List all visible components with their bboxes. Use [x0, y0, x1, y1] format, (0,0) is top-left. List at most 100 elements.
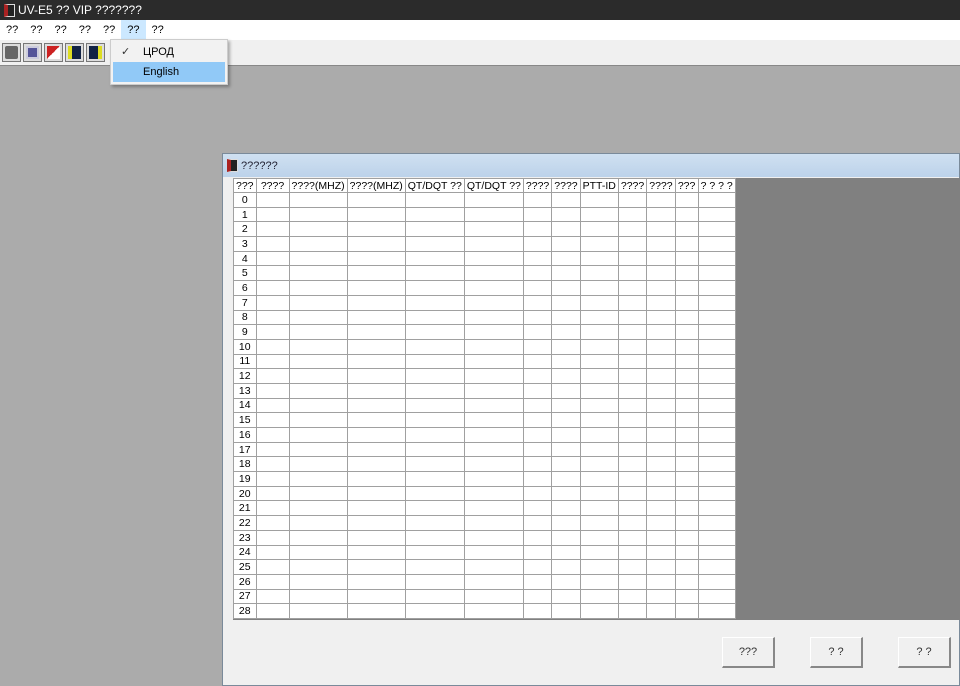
table-cell[interactable] — [463, 382, 524, 399]
table-cell[interactable] — [697, 412, 736, 428]
table-cell[interactable] — [551, 515, 581, 531]
table-cell[interactable] — [697, 250, 736, 267]
table-cell[interactable] — [646, 265, 676, 282]
table-cell[interactable] — [404, 544, 465, 561]
table-cell[interactable] — [522, 250, 553, 267]
menu-item-5[interactable]: ?? — [97, 20, 121, 40]
table-cell[interactable] — [346, 412, 406, 428]
table-cell[interactable] — [646, 192, 676, 208]
table-cell[interactable] — [697, 603, 736, 619]
table-cell[interactable] — [346, 603, 406, 619]
table-cell[interactable] — [697, 588, 736, 605]
column-header[interactable]: QT/DQT ?? — [463, 178, 524, 193]
table-cell[interactable] — [522, 529, 553, 546]
table-cell[interactable] — [255, 206, 290, 223]
table-cell[interactable] — [288, 280, 348, 296]
row-number[interactable]: 13 — [233, 382, 257, 399]
table-cell[interactable] — [551, 338, 581, 355]
menu-item-language[interactable]: ?? — [121, 20, 146, 40]
table-cell[interactable] — [646, 500, 676, 517]
column-header[interactable]: ? ? ? ? — [697, 178, 736, 193]
table-cell[interactable] — [522, 441, 553, 458]
table-cell[interactable] — [404, 338, 465, 355]
table-cell[interactable] — [551, 559, 581, 575]
table-cell[interactable] — [579, 544, 619, 561]
row-number[interactable]: 18 — [233, 456, 257, 473]
row-number[interactable]: 17 — [233, 441, 257, 458]
table-cell[interactable] — [617, 427, 648, 443]
read-button[interactable] — [65, 43, 84, 62]
table-cell[interactable] — [579, 206, 619, 223]
table-cell[interactable] — [346, 353, 406, 370]
table-cell[interactable] — [404, 471, 465, 487]
table-cell[interactable] — [288, 529, 348, 546]
table-cell[interactable] — [463, 485, 524, 502]
table-cell[interactable] — [463, 456, 524, 473]
table-cell[interactable] — [617, 221, 648, 238]
table-cell[interactable] — [288, 515, 348, 531]
table-cell[interactable] — [579, 515, 619, 531]
table-cell[interactable] — [617, 309, 648, 326]
save-button[interactable] — [23, 43, 42, 62]
table-cell[interactable] — [463, 573, 524, 590]
table-cell[interactable] — [551, 456, 581, 473]
table-cell[interactable] — [346, 294, 406, 311]
table-cell[interactable] — [346, 471, 406, 487]
table-cell[interactable] — [674, 412, 699, 428]
table-cell[interactable] — [255, 265, 290, 282]
table-cell[interactable] — [551, 192, 581, 208]
table-cell[interactable] — [522, 353, 553, 370]
table-cell[interactable] — [522, 294, 553, 311]
table-cell[interactable] — [617, 412, 648, 428]
table-cell[interactable] — [404, 588, 465, 605]
table-cell[interactable] — [697, 427, 736, 443]
table-cell[interactable] — [463, 368, 524, 384]
table-cell[interactable] — [288, 573, 348, 590]
menu-item-3[interactable]: ?? — [49, 20, 73, 40]
table-cell[interactable] — [646, 324, 676, 340]
table-cell[interactable] — [404, 324, 465, 340]
table-cell[interactable] — [463, 559, 524, 575]
table-cell[interactable] — [522, 324, 553, 340]
table-cell[interactable] — [579, 500, 619, 517]
table-cell[interactable] — [551, 588, 581, 605]
table-cell[interactable] — [346, 382, 406, 399]
table-cell[interactable] — [674, 559, 699, 575]
table-cell[interactable] — [463, 294, 524, 311]
table-cell[interactable] — [579, 309, 619, 326]
row-number[interactable]: 7 — [233, 294, 257, 311]
table-cell[interactable] — [551, 294, 581, 311]
table-cell[interactable] — [288, 412, 348, 428]
table-cell[interactable] — [463, 603, 524, 619]
table-cell[interactable] — [617, 280, 648, 296]
table-cell[interactable] — [255, 324, 290, 340]
table-cell[interactable] — [646, 250, 676, 267]
table-cell[interactable] — [463, 192, 524, 208]
column-header[interactable]: ??? — [233, 178, 257, 193]
table-cell[interactable] — [674, 353, 699, 370]
table-cell[interactable] — [674, 441, 699, 458]
table-cell[interactable] — [255, 368, 290, 384]
table-cell[interactable] — [522, 559, 553, 575]
table-cell[interactable] — [404, 192, 465, 208]
row-number[interactable]: 11 — [233, 353, 257, 370]
table-cell[interactable] — [288, 456, 348, 473]
row-number[interactable]: 22 — [233, 515, 257, 531]
table-cell[interactable] — [674, 338, 699, 355]
table-cell[interactable] — [646, 471, 676, 487]
table-cell[interactable] — [579, 529, 619, 546]
table-cell[interactable] — [522, 471, 553, 487]
table-cell[interactable] — [255, 294, 290, 311]
table-cell[interactable] — [255, 573, 290, 590]
table-cell[interactable] — [617, 485, 648, 502]
table-cell[interactable] — [674, 368, 699, 384]
table-cell[interactable] — [463, 471, 524, 487]
table-cell[interactable] — [697, 368, 736, 384]
table-cell[interactable] — [255, 250, 290, 267]
table-cell[interactable] — [617, 206, 648, 223]
table-cell[interactable] — [288, 353, 348, 370]
table-cell[interactable] — [463, 588, 524, 605]
table-cell[interactable] — [646, 529, 676, 546]
menu-item-2[interactable]: ?? — [24, 20, 48, 40]
table-cell[interactable] — [617, 397, 648, 414]
